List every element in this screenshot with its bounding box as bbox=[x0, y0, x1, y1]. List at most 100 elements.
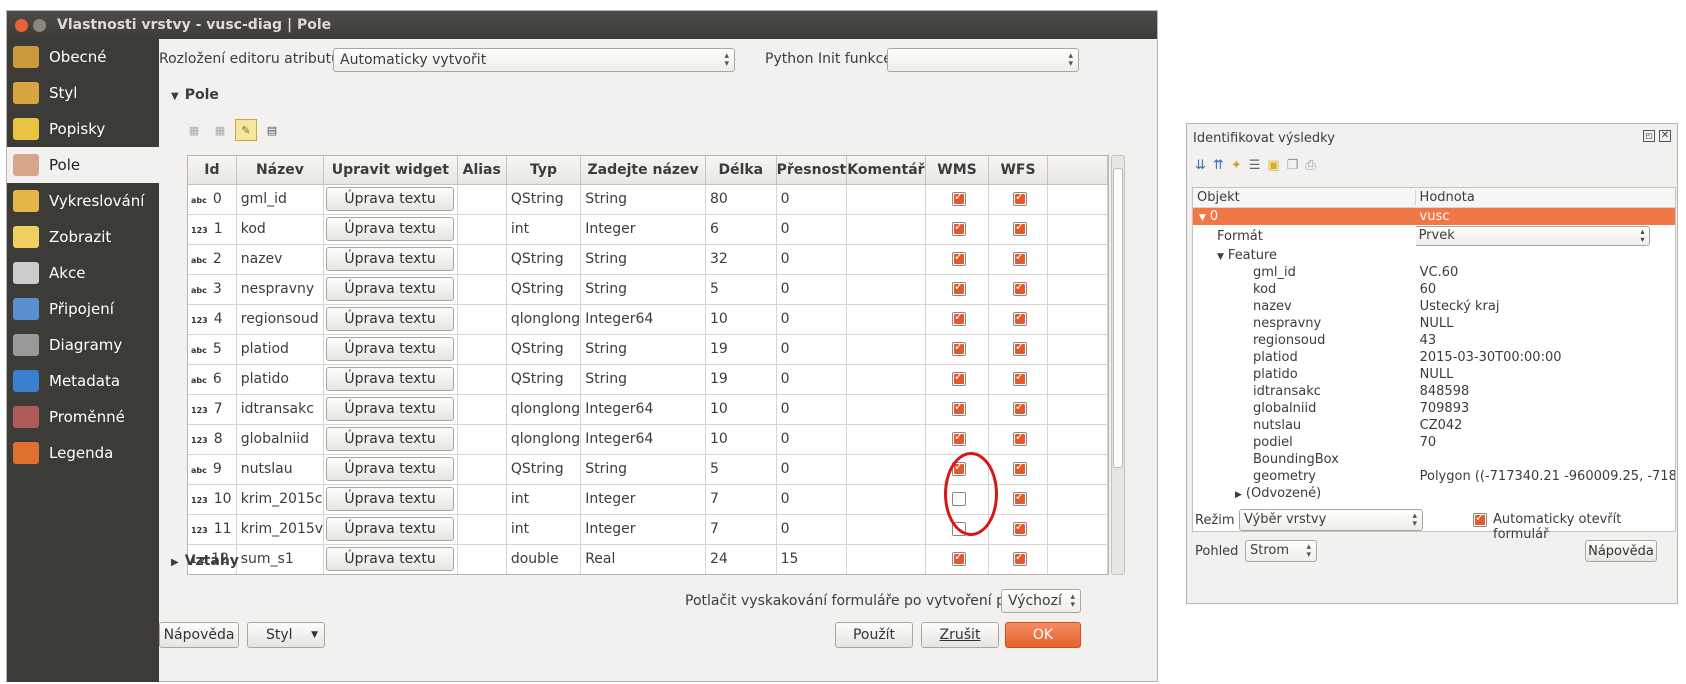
print-icon[interactable]: ⎙ bbox=[1305, 158, 1315, 173]
tree-row[interactable]: BoundingBox bbox=[1193, 451, 1675, 468]
wfs-checkbox[interactable] bbox=[1013, 430, 1028, 446]
tree-row[interactable]: podiel 70 bbox=[1193, 434, 1675, 451]
new-field-icon[interactable]: ▦ bbox=[183, 119, 205, 141]
tree-row[interactable]: kod 60 bbox=[1193, 281, 1675, 298]
table-scrollbar[interactable] bbox=[1111, 155, 1125, 575]
comment-cell[interactable] bbox=[846, 364, 926, 395]
delete-field-icon[interactable]: ▦ bbox=[209, 119, 231, 141]
alias-cell[interactable] bbox=[457, 274, 507, 305]
relations-section-header[interactable]: ▶ Vztahy bbox=[171, 553, 239, 569]
sidebar-item-6[interactable]: Akce bbox=[7, 255, 159, 291]
tree-expander-icon[interactable]: ▶ bbox=[1235, 490, 1242, 500]
alias-cell[interactable] bbox=[457, 484, 507, 515]
table-row[interactable]: abc 6 platido Úprava textu QString String 19 0 bbox=[188, 364, 1108, 395]
sidebar-item-3[interactable]: Pole bbox=[7, 147, 159, 183]
field-name-cell[interactable]: kod bbox=[236, 214, 325, 245]
edit-widget-button[interactable]: Úprava textu bbox=[326, 487, 455, 511]
view-select[interactable]: Strom ▴ ▾ bbox=[1245, 540, 1317, 562]
column-header[interactable]: Typ bbox=[506, 156, 582, 185]
edit-widget-button[interactable]: Úprava textu bbox=[326, 337, 455, 361]
edit-widget-button[interactable]: Úprava textu bbox=[326, 547, 455, 571]
edit-widget-button[interactable]: Úprava textu bbox=[326, 517, 455, 541]
sidebar-item-5[interactable]: Zobrazit bbox=[7, 219, 159, 255]
wfs-checkbox[interactable] bbox=[1013, 340, 1028, 356]
table-row[interactable]: abc 2 nazev Úprava textu QString String 32 0 bbox=[188, 244, 1108, 275]
mode-select[interactable]: Výběr vrstvy ▴ ▾ bbox=[1239, 509, 1423, 531]
comment-cell[interactable] bbox=[846, 334, 926, 365]
float-panel-icon[interactable]: ◰ bbox=[1643, 130, 1655, 142]
column-header[interactable]: Id bbox=[188, 156, 237, 185]
field-name-cell[interactable]: sum_s1 bbox=[236, 544, 325, 574]
tree-row[interactable]: gml_id VC.60 bbox=[1193, 264, 1675, 281]
sidebar-item-0[interactable]: Obecné bbox=[7, 39, 159, 75]
column-header[interactable]: Délka bbox=[705, 156, 777, 185]
ok-button[interactable]: OK bbox=[1005, 622, 1081, 648]
comment-cell[interactable] bbox=[846, 514, 926, 545]
expand-tree-icon[interactable]: ⇊ bbox=[1195, 158, 1206, 173]
edit-widget-button[interactable]: Úprava textu bbox=[326, 367, 455, 391]
wfs-checkbox[interactable] bbox=[1013, 250, 1028, 266]
toggle-editing-icon[interactable]: ✎ bbox=[235, 119, 257, 141]
sidebar-item-1[interactable]: Styl bbox=[7, 75, 159, 111]
tree-row[interactable]: nespravny NULL bbox=[1193, 315, 1675, 332]
column-header[interactable]: Alias bbox=[457, 156, 507, 185]
layout-select[interactable]: Automaticky vytvořit ▴ ▾ bbox=[333, 48, 735, 72]
wfs-checkbox[interactable] bbox=[1013, 400, 1028, 416]
column-header[interactable]: Přesnost bbox=[776, 156, 848, 185]
clear-results-icon[interactable]: ☰ bbox=[1249, 158, 1261, 173]
tree-expander-icon[interactable]: ▼ bbox=[1217, 252, 1224, 262]
column-header[interactable]: WFS bbox=[988, 156, 1048, 185]
field-name-cell[interactable]: nutslau bbox=[236, 454, 325, 485]
edit-widget-button[interactable]: Úprava textu bbox=[326, 457, 455, 481]
sidebar-item-10[interactable]: Proměnné bbox=[7, 399, 159, 435]
tree-row[interactable]: ▼ Feature bbox=[1193, 247, 1675, 264]
fields-section-header[interactable]: ▼ Pole bbox=[171, 87, 219, 103]
edit-widget-button[interactable]: Úprava textu bbox=[326, 247, 455, 271]
table-row[interactable]: 123 7 idtransakc Úprava textu qlonglong Integ… bbox=[188, 394, 1108, 425]
field-name-cell[interactable]: nespravny bbox=[236, 274, 325, 305]
field-name-cell[interactable]: gml_id bbox=[236, 184, 325, 215]
field-name-cell[interactable]: nazev bbox=[236, 244, 325, 275]
column-header[interactable]: Název bbox=[236, 156, 325, 185]
alias-cell[interactable] bbox=[457, 364, 507, 395]
alias-cell[interactable] bbox=[457, 544, 507, 574]
wms-checkbox[interactable] bbox=[952, 280, 967, 296]
wfs-checkbox[interactable] bbox=[1013, 280, 1028, 296]
comment-cell[interactable] bbox=[846, 214, 926, 245]
field-name-cell[interactable]: idtransakc bbox=[236, 394, 325, 425]
wfs-checkbox[interactable] bbox=[1013, 550, 1028, 566]
identify-help-button[interactable]: Nápověda bbox=[1585, 540, 1657, 562]
expand-new-results-icon[interactable]: ✦ bbox=[1231, 158, 1242, 173]
tree-row[interactable]: ▼ 0 vusc bbox=[1193, 208, 1675, 225]
alias-cell[interactable] bbox=[457, 424, 507, 455]
clear-highlight-icon[interactable]: ▣ bbox=[1267, 158, 1279, 173]
copy-feature-icon[interactable]: ❐ bbox=[1287, 158, 1299, 173]
tree-row[interactable]: nutslau CZ042 bbox=[1193, 417, 1675, 434]
table-row[interactable]: abc 0 gml_id Úprava textu QString String 80 0 bbox=[188, 184, 1108, 215]
scrollbar-thumb[interactable] bbox=[1113, 168, 1123, 468]
edit-widget-button[interactable]: Úprava textu bbox=[326, 277, 455, 301]
wfs-checkbox[interactable] bbox=[1013, 460, 1028, 476]
format-select[interactable]: Prvek ▴ ▾ bbox=[1415, 226, 1650, 246]
column-header[interactable]: Komentář bbox=[846, 156, 926, 185]
alias-cell[interactable] bbox=[457, 214, 507, 245]
sidebar-item-7[interactable]: Připojení bbox=[7, 291, 159, 327]
collapse-tree-icon[interactable]: ⇈ bbox=[1213, 158, 1224, 173]
edit-widget-button[interactable]: Úprava textu bbox=[326, 187, 455, 211]
close-panel-icon[interactable]: ✕ bbox=[1659, 130, 1671, 142]
comment-cell[interactable] bbox=[846, 454, 926, 485]
column-header[interactable]: WMS bbox=[925, 156, 990, 185]
minimize-window-icon[interactable] bbox=[33, 18, 46, 32]
alias-cell[interactable] bbox=[457, 244, 507, 275]
tree-row[interactable]: Formát Prvek ▴ ▾ bbox=[1193, 225, 1675, 247]
wfs-checkbox[interactable] bbox=[1013, 370, 1028, 386]
sidebar-item-9[interactable]: Metadata bbox=[7, 363, 159, 399]
sidebar-item-11[interactable]: Legenda bbox=[7, 435, 159, 471]
field-name-cell[interactable]: platiod bbox=[236, 334, 325, 365]
tree-row[interactable]: regionsoud 43 bbox=[1193, 332, 1675, 349]
field-calculator-icon[interactable]: ▤ bbox=[261, 119, 283, 141]
comment-cell[interactable] bbox=[846, 244, 926, 275]
sidebar-item-4[interactable]: Vykreslování bbox=[7, 183, 159, 219]
comment-cell[interactable] bbox=[846, 394, 926, 425]
table-row[interactable]: 123 8 globalniid Úprava textu qlonglong Integ… bbox=[188, 424, 1108, 455]
